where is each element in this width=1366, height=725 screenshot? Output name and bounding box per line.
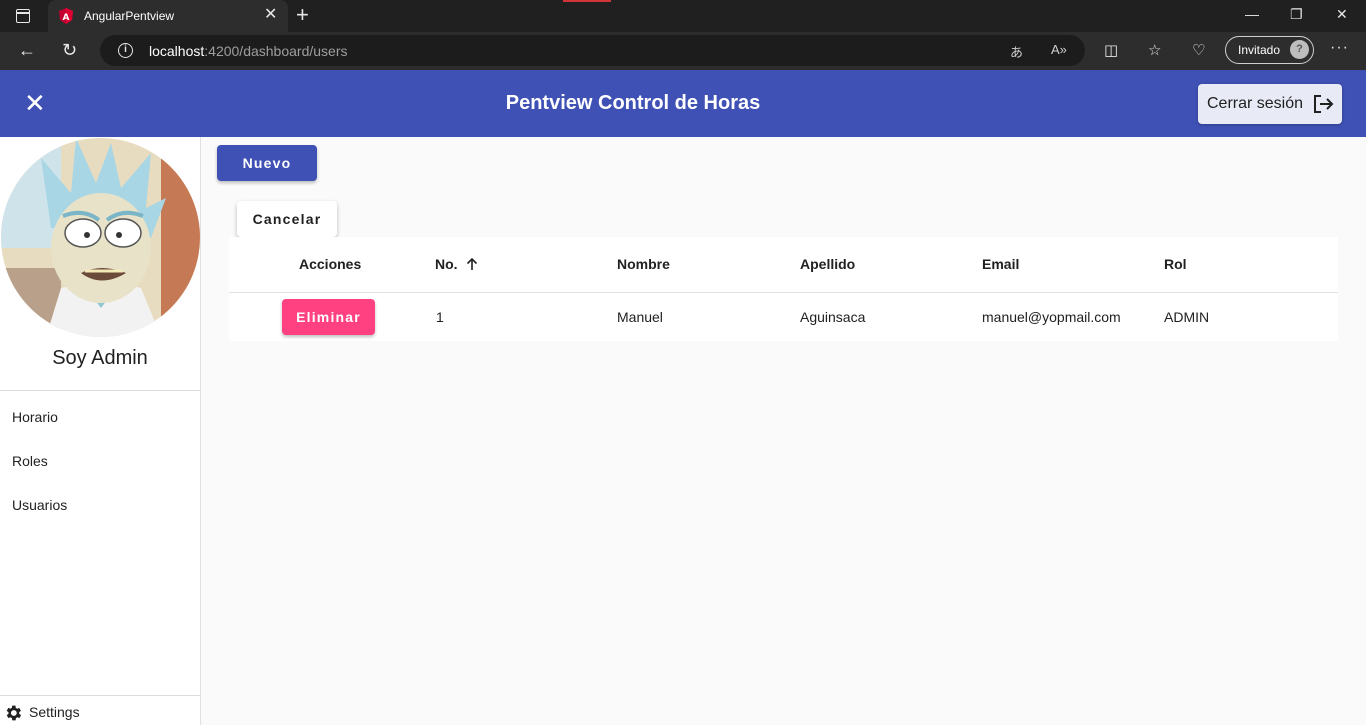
divider — [0, 390, 200, 391]
angular-favicon-icon: A — [59, 8, 73, 24]
restore-icon[interactable]: ❐ — [1290, 6, 1303, 23]
avatar — [1, 138, 200, 337]
translate-icon[interactable]: あ — [1010, 42, 1023, 61]
sidebar-item-usuarios[interactable]: Usuarios — [12, 497, 67, 513]
tab-close-icon[interactable]: ✕ — [264, 7, 277, 23]
cell-number: 1 — [436, 309, 444, 325]
gear-icon — [6, 705, 22, 721]
url-field[interactable]: i localhost:4200/dashboard/users あ A» — [100, 35, 1085, 66]
cell-role: ADMIN — [1164, 309, 1210, 325]
header-email[interactable]: Email — [982, 256, 1019, 272]
logout-label: Cerrar sesión — [1207, 95, 1304, 112]
favorites-icon[interactable]: ☆ — [1148, 41, 1161, 59]
settings-label: Settings — [29, 704, 80, 720]
reload-icon[interactable]: ↻ — [62, 40, 77, 60]
header-actions: Acciones — [299, 256, 362, 272]
sidenav: Soy Admin Horario Roles Usuarios Setting… — [0, 137, 201, 725]
arrow-up-icon — [467, 257, 478, 270]
window-indicator — [563, 0, 611, 2]
minimize-icon[interactable]: — — [1245, 6, 1259, 22]
user-name: Soy Admin — [52, 347, 148, 369]
header-lastname[interactable]: Apellido — [800, 256, 855, 272]
browser-address-bar: ← ↻ i localhost:4200/dashboard/users あ A… — [0, 32, 1366, 70]
split-screen-icon[interactable]: ◫ — [1104, 41, 1118, 59]
cell-name: Manuel — [617, 309, 663, 325]
read-aloud-icon[interactable]: A» — [1051, 42, 1067, 57]
profile-avatar-icon: ? — [1290, 40, 1309, 59]
new-button[interactable]: Nuevo — [217, 145, 317, 181]
window-close-icon[interactable]: ✕ — [1336, 6, 1348, 23]
browser-tab[interactable]: A AngularPentview ✕ — [48, 0, 288, 32]
sidebar-item-horario[interactable]: Horario — [12, 409, 58, 425]
header-role[interactable]: Rol — [1164, 256, 1187, 272]
cell-email: manuel@yopmail.com — [982, 309, 1121, 325]
profile-button[interactable]: Invitado ? — [1225, 36, 1314, 64]
tab-title: AngularPentview — [84, 9, 175, 23]
url-text: localhost:4200/dashboard/users — [149, 43, 348, 59]
site-info-icon[interactable]: i — [118, 43, 133, 58]
users-table: Acciones No. Nombre Apellido Email Rol E… — [229, 237, 1338, 341]
table-header: Acciones No. Nombre Apellido Email Rol — [229, 237, 1338, 293]
header-name[interactable]: Nombre — [617, 256, 670, 272]
logout-icon — [1314, 95, 1334, 113]
new-tab-icon[interactable]: + — [296, 4, 309, 26]
sidebar-item-settings[interactable]: Settings — [0, 695, 200, 725]
delete-button[interactable]: Eliminar — [282, 299, 375, 335]
tab-actions-icon[interactable] — [16, 9, 30, 23]
page-title: Pentview Control de Horas — [505, 92, 761, 114]
profile-label: Invitado — [1238, 43, 1281, 57]
back-icon[interactable]: ← — [18, 40, 36, 60]
sidebar-item-roles[interactable]: Roles — [12, 453, 48, 469]
app-toolbar: ✕ Pentview Control de Horas Cerrar sesió… — [0, 70, 1366, 137]
cell-lastname: Aguinsaca — [800, 309, 866, 325]
table-row: Eliminar 1 Manuel Aguinsaca manuel@yopma… — [229, 293, 1338, 341]
logout-button[interactable]: Cerrar sesión — [1198, 84, 1342, 124]
cancel-button[interactable]: Cancelar — [237, 201, 337, 237]
browser-tab-bar: A AngularPentview ✕ + — ❐ ✕ — [0, 0, 1366, 32]
header-number-label: No. — [435, 256, 458, 272]
more-options-icon[interactable]: ··· — [1330, 39, 1349, 57]
browser-essentials-icon[interactable]: ♡ — [1192, 41, 1205, 59]
svg-text:A: A — [63, 13, 70, 23]
user-avatar-image — [1, 138, 200, 337]
header-number[interactable]: No. — [435, 256, 479, 272]
